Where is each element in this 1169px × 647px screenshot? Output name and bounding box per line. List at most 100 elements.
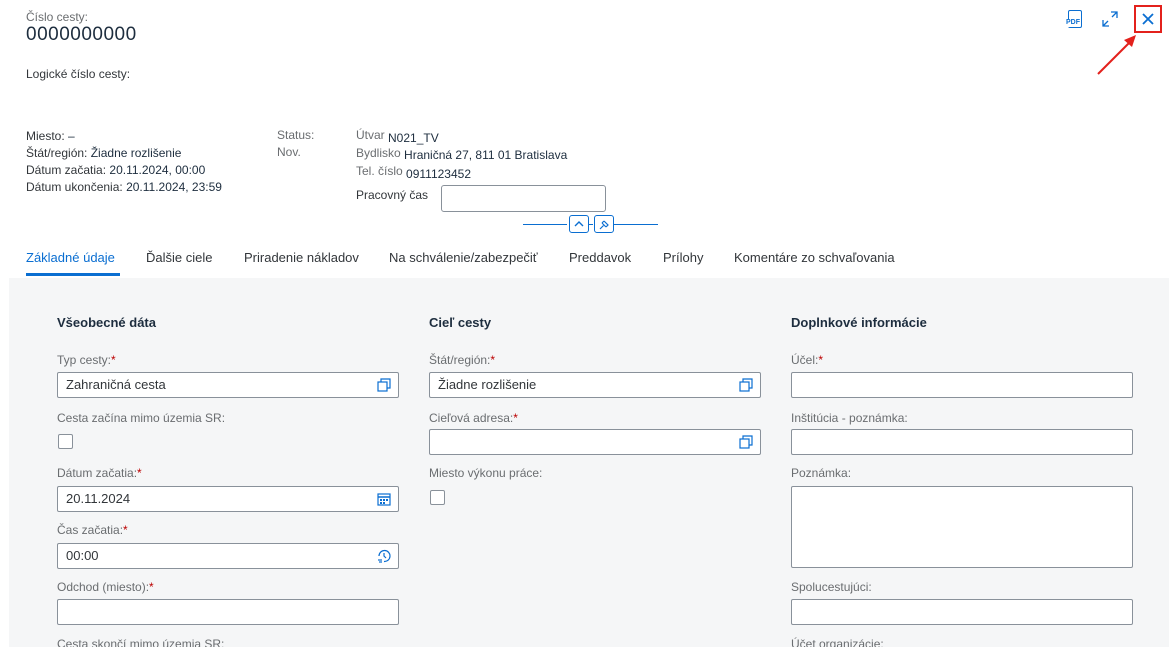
start-date-value: 20.11.2024 (66, 491, 131, 506)
required-mark: * (149, 580, 154, 594)
tab-other-destinations[interactable]: Ďalšie ciele (146, 250, 212, 265)
workplace-label: Miesto výkonu práce: (429, 466, 543, 480)
trip-type-label-text: Typ cesty: (57, 353, 112, 367)
start-time-label: Čas začatia:* (57, 523, 128, 537)
info-start: Dátum začatia: 20.11.2024, 00:00 (26, 162, 205, 179)
dest-address-label-text: Cieľová adresa: (429, 411, 514, 425)
worktime-input[interactable] (441, 185, 606, 212)
pin-header-button[interactable] (594, 215, 614, 233)
pin-icon (599, 220, 609, 229)
tab-active-indicator (26, 273, 120, 276)
required-mark: * (490, 353, 496, 367)
info-phone-value: 0911123452 (406, 167, 471, 181)
required-mark: * (137, 466, 142, 480)
tab-approval-comments[interactable]: Komentáre zo schvaľovania (734, 250, 895, 265)
header-divider-left (523, 224, 567, 225)
info-country-label: Štát/región: (26, 146, 88, 160)
dest-country-label-text: Štát/región: (429, 353, 491, 367)
info-place-value: – (68, 129, 75, 143)
info-start-label: Dátum začatia: (26, 163, 107, 177)
info-country: Štát/región: Žiadne rozlišenie (26, 145, 181, 162)
companions-label: Spolucestujúci: (791, 580, 872, 594)
header-divider-mid (589, 224, 593, 225)
pdf-button[interactable]: PDF (1062, 6, 1088, 32)
trip-type-input[interactable]: Zahraničná cesta (57, 372, 399, 398)
section-general-title: Všeobecné dáta (57, 315, 156, 330)
start-time-input[interactable]: 00:00 (57, 543, 399, 569)
clock-icon[interactable] (376, 548, 392, 564)
status-label: Status: (277, 128, 315, 142)
purpose-input[interactable] (791, 372, 1133, 398)
close-button[interactable] (1134, 5, 1162, 33)
dest-country-value: Žiadne rozlišenie (438, 377, 537, 392)
logical-trip-label: Logické číslo cesty: (26, 67, 131, 81)
starts-outside-label: Cesta začína mimo územia SR: (57, 411, 226, 425)
start-date-input[interactable]: 20.11.2024 (57, 486, 399, 512)
calendar-icon[interactable] (376, 491, 392, 507)
info-start-value: 20.11.2024, 00:00 (109, 163, 206, 177)
ends-outside-label: Cesta skončí mimo územia SR: (57, 637, 225, 647)
required-mark: * (818, 353, 824, 367)
note-label: Poznámka: (791, 466, 852, 480)
close-icon (1142, 13, 1154, 25)
value-help-icon[interactable] (738, 434, 754, 450)
start-time-value: 00:00 (66, 548, 99, 563)
note-textarea[interactable] (791, 486, 1133, 568)
dest-country-input[interactable]: Žiadne rozlišenie (429, 372, 761, 398)
info-place: Miesto: – (26, 128, 75, 145)
chevron-up-icon (574, 221, 584, 227)
account-label: Účet organizácie: (791, 637, 884, 647)
info-country-value: Žiadne rozlišenie (90, 146, 182, 160)
start-date-label-text: Dátum začatia: (57, 466, 138, 480)
companions-input[interactable] (791, 599, 1133, 625)
section-destination-title: Cieľ cesty (429, 315, 492, 330)
start-time-label-text: Čas začatia: (57, 523, 124, 537)
trip-type-label: Typ cesty:* (57, 353, 116, 367)
fullscreen-button[interactable] (1097, 6, 1123, 32)
value-help-icon[interactable] (376, 377, 392, 393)
trip-type-value: Zahraničná cesta (66, 377, 166, 392)
info-phone-label: Tel. číslo (356, 164, 403, 178)
form-content (9, 278, 1169, 647)
info-place-label: Miesto: (26, 129, 65, 143)
expand-icon (1102, 11, 1118, 27)
info-residence-value: Hraničná 27, 811 01 Bratislava (404, 148, 568, 162)
tab-cost-assignment[interactable]: Priradenie nákladov (244, 250, 359, 265)
value-help-icon[interactable] (738, 377, 754, 393)
info-residence-label: Bydlisko (356, 146, 401, 160)
info-end-label: Dátum ukončenia: (26, 180, 123, 194)
tab-basic-data[interactable]: Základné údaje (26, 250, 115, 265)
pdf-icon: PDF (1066, 10, 1082, 28)
trip-number-label: Číslo cesty: (26, 10, 89, 24)
info-unit-label: Útvar (356, 128, 385, 142)
pdf-icon-text: PDF (1066, 19, 1080, 27)
section-additional-title: Doplnkové informácie (791, 315, 927, 330)
info-end: Dátum ukončenia: 20.11.2024, 23:59 (26, 179, 222, 196)
workplace-checkbox[interactable] (430, 490, 445, 505)
tab-advance[interactable]: Preddavok (569, 250, 631, 265)
start-date-label: Dátum začatia:* (57, 466, 142, 480)
institution-input[interactable] (791, 429, 1133, 455)
required-mark: * (111, 353, 116, 367)
info-unit-value: N021_TV (388, 131, 439, 145)
starts-outside-checkbox[interactable] (58, 434, 73, 449)
info-end-value: 20.11.2024, 23:59 (126, 180, 222, 194)
collapse-header-button[interactable] (569, 215, 589, 233)
worktime-label: Pracovný čas (356, 188, 429, 202)
info-residence: Bydlisko Hraničná 27, 811 01 Bratislava (356, 145, 567, 162)
purpose-label: Účel:* (791, 353, 823, 367)
tab-approval[interactable]: Na schválenie/zabezpečiť (389, 250, 538, 265)
dest-address-label: Cieľová adresa:* (429, 411, 518, 425)
tab-attachments[interactable]: Prílohy (663, 250, 703, 265)
trip-number-value: 0000000000 (26, 24, 137, 45)
dest-address-input[interactable] (429, 429, 761, 455)
purpose-label-text: Účel: (791, 353, 819, 367)
institution-label: Inštitúcia - poznámka: (791, 411, 908, 425)
annotation-arrow-icon (1097, 35, 1136, 75)
departure-input[interactable] (57, 599, 399, 625)
info-unit: Útvar N021_TV (356, 127, 439, 145)
header-divider-right (614, 224, 658, 225)
status-badge: Nov. (277, 145, 301, 159)
info-phone: Tel. číslo 0911123452 (356, 163, 471, 181)
required-mark: * (123, 523, 128, 537)
